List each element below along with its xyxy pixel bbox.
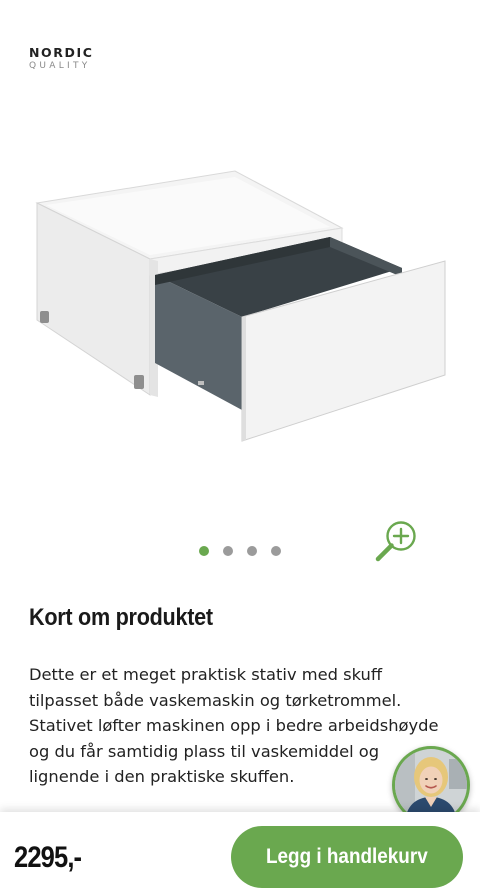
brand-logo[interactable]: NORDIC QUALITY — [29, 46, 94, 72]
product-price: 2295,- — [14, 841, 82, 874]
product-image[interactable] — [30, 165, 450, 450]
purchase-bar: 2295,- Legg i handlekurv — [0, 812, 480, 891]
brand-name: NORDIC — [29, 45, 94, 60]
drawer-stand-illustration — [35, 170, 446, 442]
brand-tagline: QUALITY — [29, 61, 91, 71]
carousel-dot-3[interactable] — [247, 546, 257, 556]
add-to-cart-button[interactable]: Legg i handlekurv — [231, 826, 463, 888]
product-description: Dette er et meget praktisk stativ med sk… — [29, 665, 439, 786]
section-title: Kort om produktet — [29, 604, 213, 631]
image-carousel-dots — [199, 546, 281, 556]
carousel-dot-1[interactable] — [199, 546, 209, 556]
zoom-in-icon[interactable] — [374, 518, 420, 564]
carousel-dot-2[interactable] — [223, 546, 233, 556]
add-to-cart-label: Legg i handlekurv — [266, 845, 428, 868]
support-agent-avatar — [395, 749, 467, 821]
carousel-dot-4[interactable] — [271, 546, 281, 556]
